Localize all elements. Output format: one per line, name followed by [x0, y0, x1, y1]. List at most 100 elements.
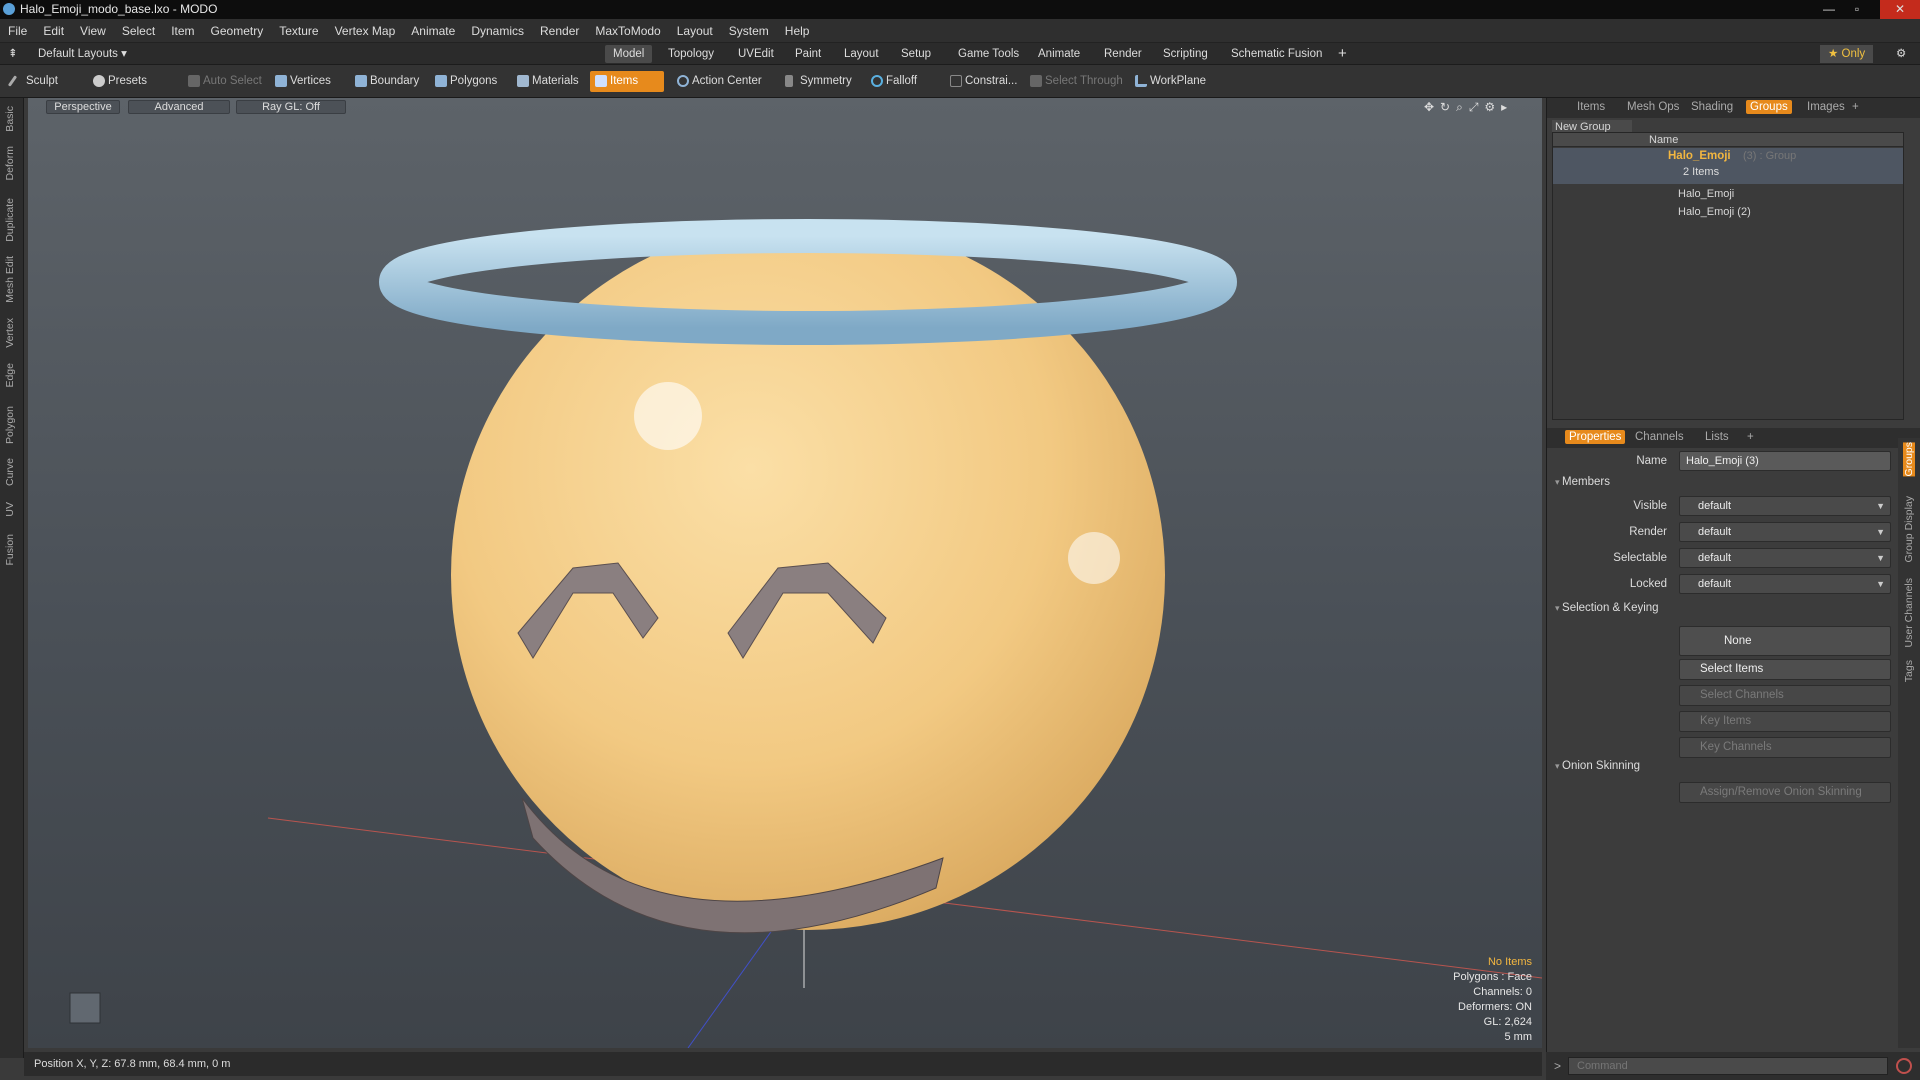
menu-bar: File Edit View Select Item Geometry Texture Ver… [0, 19, 1920, 43]
left-tab-basic[interactable]: Basic [4, 106, 16, 132]
close-button[interactable]: ✕ [1880, 0, 1920, 19]
add-tab-button[interactable]: + [1330, 45, 1355, 63]
selectable-dropdown[interactable]: default ▼ [1679, 548, 1891, 568]
symmetry-button[interactable]: Symmetry [780, 71, 860, 92]
tab-scripting[interactable]: Scripting [1155, 45, 1216, 63]
record-icon[interactable] [1896, 1058, 1912, 1074]
tab-mesh-ops[interactable]: Mesh Ops [1627, 101, 1679, 113]
left-tab-uv[interactable]: UV [4, 502, 16, 517]
tab-channels[interactable]: Channels [1635, 431, 1684, 443]
boundary-button[interactable]: Boundary [350, 71, 427, 92]
group-row[interactable]: Halo_Emoji (3) : Group 2 Items [1553, 148, 1903, 184]
menu-layout[interactable]: Layout [669, 19, 721, 43]
tab-layout[interactable]: Layout [836, 45, 887, 63]
workplane-button[interactable]: WorkPlane [1130, 71, 1214, 92]
action-center-button[interactable]: Action Center [672, 71, 770, 92]
tab-paint[interactable]: Paint [787, 45, 829, 63]
tab-groups[interactable]: Groups [1746, 100, 1792, 114]
key-channels-button[interactable]: Key Channels [1679, 737, 1891, 758]
only-toggle[interactable]: ★ Only [1820, 45, 1874, 63]
sculpt-label: Sculpt [26, 75, 58, 87]
members-section[interactable]: Members [1555, 476, 1610, 488]
add-props-tab-button[interactable]: + [1747, 431, 1754, 443]
tab-render[interactable]: Render [1096, 45, 1150, 63]
command-prompt: > [1554, 1059, 1562, 1073]
sculpt-button[interactable]: Sculpt [6, 71, 66, 92]
left-tab-vertex[interactable]: Vertex [4, 318, 16, 348]
3d-viewport[interactable]: Perspective Advanced Ray GL: Off ✥↻⌕⤢⚙▸ … [28, 98, 1542, 1048]
assign-onion-skinning-button[interactable]: Assign/Remove Onion Skinning [1679, 782, 1891, 803]
materials-icon [517, 75, 529, 87]
tab-setup[interactable]: Setup [893, 45, 939, 63]
select-items-button[interactable]: Select Items [1679, 659, 1891, 680]
tab-topology[interactable]: Topology [660, 45, 722, 63]
groups-header: Name [1553, 133, 1903, 147]
menu-select[interactable]: Select [114, 19, 163, 43]
group-name-field[interactable]: Halo_Emoji (3) [1679, 451, 1891, 471]
add-panel-tab-button[interactable]: + [1852, 101, 1859, 113]
tab-items[interactable]: Items [1577, 101, 1605, 113]
menu-animate[interactable]: Animate [403, 19, 463, 43]
auto-select-button[interactable]: Auto Select [183, 71, 270, 92]
tab-animate[interactable]: Animate [1030, 45, 1088, 63]
constraint-button[interactable]: Constrai... [945, 71, 1025, 92]
polygons-button[interactable]: Polygons [430, 71, 505, 92]
layout-preset-dropdown[interactable]: Default Layouts ▾ [30, 45, 135, 63]
presets-button[interactable]: Presets [88, 71, 155, 92]
items-button[interactable]: Items [590, 71, 664, 92]
menu-edit[interactable]: Edit [35, 19, 72, 43]
menu-maxtomodo[interactable]: MaxToModo [587, 19, 668, 43]
presets-icon [93, 75, 105, 87]
left-tab-fusion[interactable]: Fusion [4, 534, 16, 566]
onion-skinning-section[interactable]: Onion Skinning [1555, 760, 1640, 772]
tab-images[interactable]: Images [1807, 101, 1845, 113]
materials-button[interactable]: Materials [512, 71, 587, 92]
tab-uvedit[interactable]: UVEdit [730, 45, 782, 63]
group-child-item[interactable]: Halo_Emoji [1678, 188, 1734, 200]
side-tab-group-display[interactable]: Group Display [1903, 496, 1915, 563]
tab-properties[interactable]: Properties [1565, 430, 1626, 444]
tab-game-tools[interactable]: Game Tools [950, 45, 1027, 63]
menu-file[interactable]: File [0, 19, 35, 43]
command-input[interactable] [1568, 1057, 1888, 1075]
settings-gear-icon[interactable]: ⚙ [1888, 45, 1914, 63]
maximize-button[interactable]: ▫ [1843, 0, 1871, 19]
side-tab-groups[interactable]: Groups [1903, 442, 1915, 477]
left-tab-curve[interactable]: Curve [4, 458, 16, 486]
workplane-icon [1135, 75, 1147, 87]
side-tab-user-channels[interactable]: User Channels [1903, 578, 1915, 647]
info-deformers: Deformers: ON [1458, 1001, 1532, 1013]
visible-dropdown[interactable]: default ▼ [1679, 496, 1891, 516]
group-child-item[interactable]: Halo_Emoji (2) [1678, 206, 1751, 218]
left-tab-polygon[interactable]: Polygon [4, 406, 16, 444]
tab-model[interactable]: Model [605, 45, 653, 63]
side-tab-tags[interactable]: Tags [1903, 660, 1915, 682]
tab-shading[interactable]: Shading [1691, 101, 1733, 113]
select-channels-button[interactable]: Select Channels [1679, 685, 1891, 706]
menu-dynamics[interactable]: Dynamics [463, 19, 532, 43]
tab-lists[interactable]: Lists [1705, 431, 1729, 443]
none-selector-button[interactable]: None [1679, 626, 1891, 656]
menu-help[interactable]: Help [777, 19, 818, 43]
select-through-button[interactable]: Select Through [1025, 71, 1131, 92]
left-tab-mesh-edit[interactable]: Mesh Edit [4, 256, 16, 303]
menu-texture[interactable]: Texture [271, 19, 326, 43]
key-items-button[interactable]: Key Items [1679, 711, 1891, 732]
left-tab-duplicate[interactable]: Duplicate [4, 198, 16, 242]
tab-schematic-fusion[interactable]: Schematic Fusion [1223, 45, 1330, 63]
menu-item[interactable]: Item [163, 19, 202, 43]
left-tab-deform[interactable]: Deform [4, 146, 16, 180]
selection-keying-section[interactable]: Selection & Keying [1555, 602, 1659, 614]
menu-system[interactable]: System [721, 19, 777, 43]
left-tab-edge[interactable]: Edge [4, 363, 16, 388]
layout-collapse-icon[interactable]: ⇞ [4, 45, 26, 63]
menu-geometry[interactable]: Geometry [203, 19, 272, 43]
render-dropdown[interactable]: default ▼ [1679, 522, 1891, 542]
menu-vertex-map[interactable]: Vertex Map [327, 19, 404, 43]
minimize-button[interactable]: — [1815, 0, 1843, 19]
vertices-button[interactable]: Vertices [270, 71, 339, 92]
locked-dropdown[interactable]: default ▼ [1679, 574, 1891, 594]
menu-view[interactable]: View [72, 19, 114, 43]
menu-render[interactable]: Render [532, 19, 587, 43]
falloff-button[interactable]: Falloff [866, 71, 925, 92]
